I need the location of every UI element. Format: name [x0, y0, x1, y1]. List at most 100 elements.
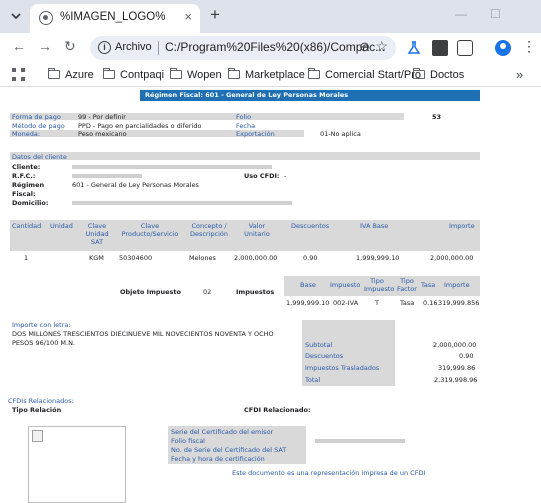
browser-toolbar: ← → ↻ i Archivo C:/Program%20Files%20(x8…	[0, 33, 541, 63]
col-cantidad: Cantidad	[12, 222, 42, 230]
forma-pago-label: Forma de pago	[12, 113, 61, 121]
more-bookmarks-icon[interactable]: »	[516, 67, 523, 82]
menu-kebab-icon[interactable]: ⋮	[522, 39, 536, 53]
regimen-label: Régimen	[12, 181, 45, 189]
forma-pago-value: 99 - Por definir	[78, 113, 126, 121]
bookmark-marketplace[interactable]: Marketplace	[227, 67, 305, 83]
extension-icon[interactable]	[432, 40, 448, 56]
metodo-pago-value: PPD - Pago en parcialidades o diferido	[78, 122, 202, 130]
cliente-section-band	[10, 152, 480, 160]
tax-col-tipo: Tipo Impuesto	[364, 277, 395, 293]
row-valor-unitario: 2,000,000.00	[234, 254, 278, 262]
site-info-icon[interactable]: i	[98, 41, 111, 54]
extensions-puzzle-icon[interactable]	[457, 40, 473, 56]
apps-grid-icon[interactable]	[12, 68, 25, 81]
tax-impuesto: 002-IVA	[333, 299, 359, 307]
folder-icon	[227, 68, 240, 79]
bookmark-doctos[interactable]: Doctos	[412, 67, 465, 83]
descuentos-value: 0.90	[459, 352, 474, 360]
browser-tab[interactable]: %IMAGEN_LOGO% ×	[30, 4, 200, 33]
labs-flask-icon[interactable]	[406, 40, 422, 56]
col-importe: Importe	[449, 222, 475, 230]
col-clave-producto: Clave Producto/Servicio	[121, 222, 179, 238]
bookmark-azure[interactable]: Azure	[47, 67, 94, 83]
tax-tipo: T	[375, 299, 379, 307]
cliente-label: Cliente:	[12, 163, 41, 171]
col-descuentos: Descuentos	[291, 222, 330, 230]
reload-icon[interactable]: ↻	[64, 38, 76, 55]
profile-avatar-icon[interactable]	[495, 40, 511, 56]
row-descuentos: 0.90	[303, 254, 318, 262]
tax-col-importe: Importe	[444, 281, 470, 289]
serie-emisor-label: Serie del Certificado del emisor	[171, 428, 274, 436]
tax-base: 1,999,999.10	[286, 299, 330, 307]
tax-tasa: 0.16	[423, 299, 438, 307]
tab-strip: %IMAGEN_LOGO% × + — ☐	[0, 0, 541, 33]
uso-cfdi-label: Uso CFDI:	[244, 172, 280, 180]
folio-fiscal-redacted	[315, 439, 405, 443]
impuestos-label: Impuestos	[236, 288, 275, 296]
objeto-impuesto-label: Objeto Impuesto	[120, 288, 181, 296]
regimen-value: 601 - General de Ley Personas Morales	[72, 181, 199, 189]
page-viewport: Régimen Fiscal: 601 - General de Ley Per…	[0, 88, 541, 503]
forward-icon[interactable]: →	[38, 38, 52, 54]
tab-close-icon[interactable]: ×	[184, 9, 192, 24]
folio-label: Folio	[236, 113, 252, 121]
folio-fiscal-label: Folio fiscal	[171, 437, 205, 445]
maximize-icon[interactable]: ☐	[490, 7, 501, 21]
folder-icon	[47, 68, 60, 79]
bookmark-contpaqi[interactable]: Contpaqi	[102, 67, 164, 83]
moneda-value: Peso mexicano	[78, 130, 127, 138]
importe-letra-line1: DOS MILLONES TRESCIENTOS DIECINUEVE MIL …	[12, 330, 274, 338]
tax-factor: Tasa	[400, 299, 415, 307]
row-clave-producto: 50304600	[119, 254, 153, 262]
cfdis-relacionados-label: CFDIs Relacionados:	[8, 397, 74, 405]
bookmark-star-icon[interactable]: ☆	[375, 38, 388, 55]
importe-letra-label: Importe con letra:	[12, 321, 71, 329]
row-importe: 2,000,000.00	[430, 254, 474, 262]
row-clave-unidad: KGM	[89, 254, 104, 262]
regimen-header: Régimen Fiscal: 601 - General de Ley Per…	[145, 91, 349, 99]
total-value: 2,319,998.96	[434, 376, 478, 384]
address-separator	[158, 41, 159, 55]
new-tab-icon[interactable]: +	[210, 5, 220, 25]
folio-band	[234, 113, 404, 120]
impuestos-trasladados-value: 319,999.86	[438, 364, 476, 372]
bookmark-comercial[interactable]: Comercial Start/Pro	[307, 67, 421, 83]
folder-icon	[102, 68, 115, 79]
globe-icon	[39, 11, 53, 25]
uso-cfdi-value: -	[284, 172, 287, 180]
tab-search-chevron-down-icon[interactable]	[7, 7, 25, 25]
subtotal-label: Subtotal	[305, 341, 333, 349]
zoom-icon[interactable]: ⊖	[359, 39, 370, 55]
tab-title: %IMAGEN_LOGO%	[60, 11, 166, 23]
tax-col-factor: Tipo Factor	[397, 277, 417, 293]
minimize-icon[interactable]: —	[455, 7, 467, 21]
col-valor-unitario: Valor Unitario	[244, 222, 270, 238]
bookmark-label: Doctos	[430, 69, 465, 81]
tax-importe: 319,999.856	[438, 299, 480, 307]
bookmark-label: Wopen	[187, 69, 222, 81]
col-unidad: Unidad	[50, 222, 73, 230]
total-label: Total	[305, 376, 321, 384]
back-icon[interactable]: ←	[12, 38, 26, 54]
importe-letra-line2: PESOS 96/100 M.N.	[12, 339, 75, 347]
exportacion-value: 01-No aplica	[320, 130, 361, 138]
address-bar[interactable]: i Archivo C:/Program%20Files%20(x86)/Com…	[90, 36, 396, 60]
exportacion-label: Exportación	[236, 130, 275, 138]
domicilio-label: Domicilio:	[12, 199, 49, 207]
rfc-redacted	[72, 174, 142, 178]
objeto-impuesto-value: 02	[203, 288, 212, 296]
address-url[interactable]: C:/Program%20Files%20(x86)/Compac...	[165, 40, 385, 54]
row-cantidad: 1	[24, 254, 29, 262]
row-iva-base: 1,999,999.10	[356, 254, 400, 262]
folder-icon	[307, 68, 320, 79]
broken-image-icon	[28, 426, 126, 503]
bookmark-wopen[interactable]: Wopen	[169, 67, 222, 83]
invoice-document: Régimen Fiscal: 601 - General de Ley Per…	[0, 88, 541, 503]
rfc-label: R.F.C.:	[12, 172, 36, 180]
moneda-band	[10, 130, 248, 137]
fiscal-label: Fiscal:	[12, 190, 36, 198]
tipo-relacion-label: Tipo Relación	[12, 406, 62, 414]
cfdi-relacionado-label: CFDI Relacionado:	[244, 406, 311, 414]
